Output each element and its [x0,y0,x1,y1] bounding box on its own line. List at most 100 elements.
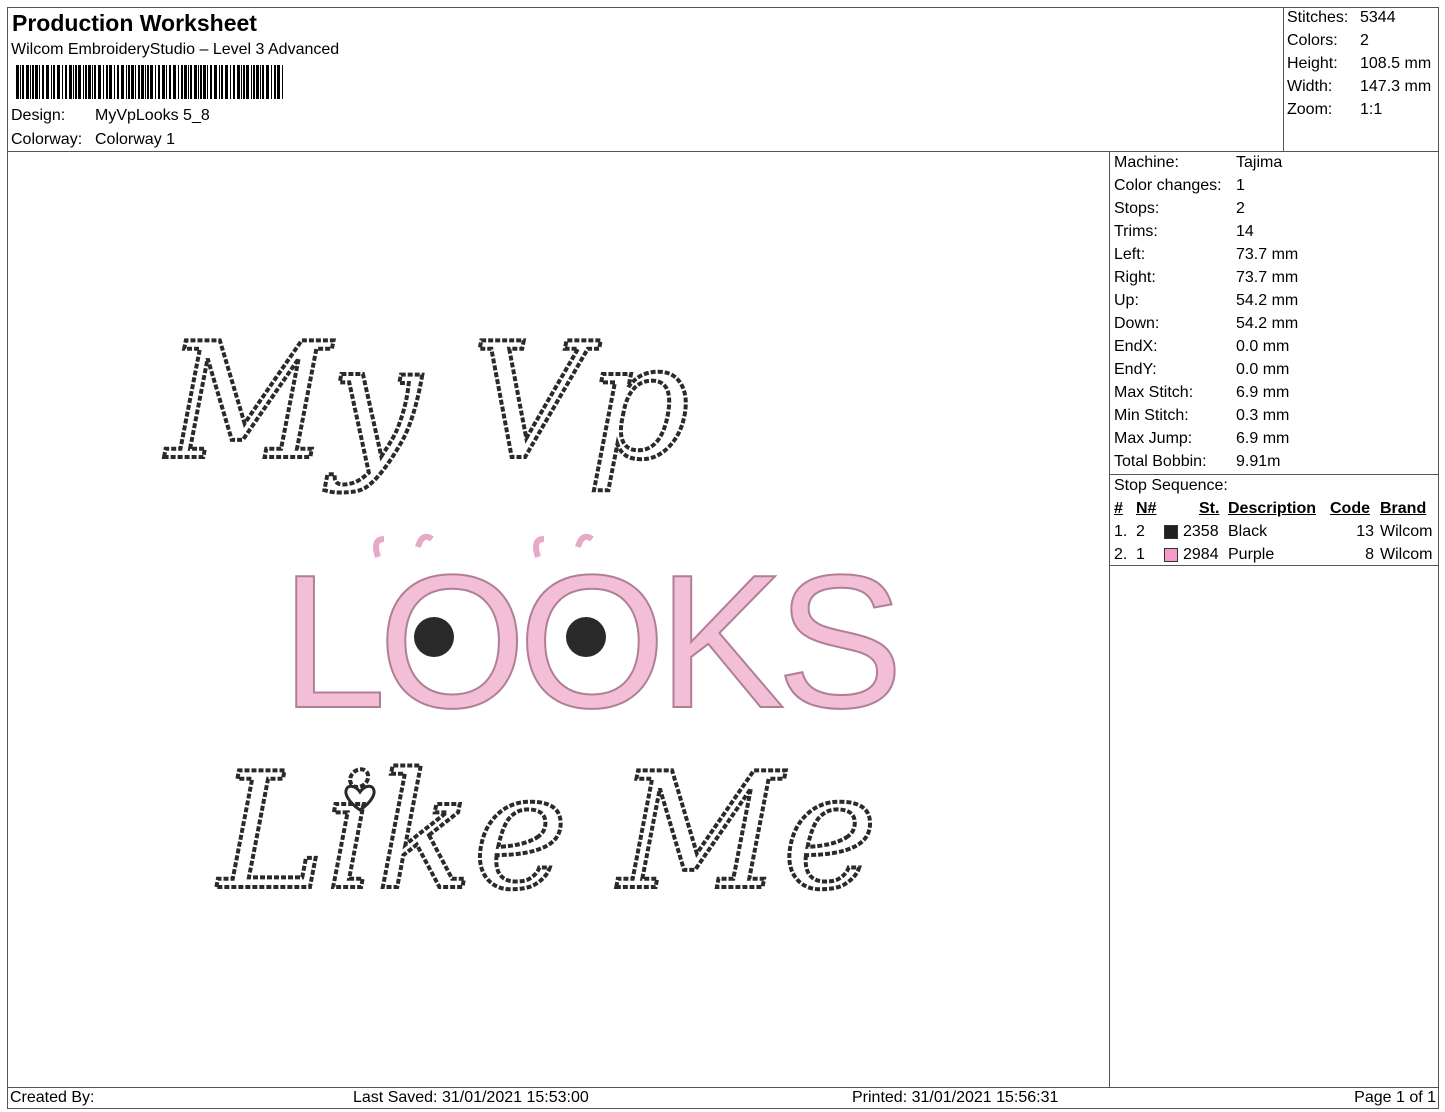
info-value: 54.2 mm [1236,292,1299,309]
barcode-bar [128,65,130,99]
info-row: Max Stitch: 6.9 mm [1114,384,1289,402]
barcode-bar [53,65,55,99]
barcode-bar [57,65,60,99]
info-label: Trims: [1114,223,1158,240]
barcode-bar [262,65,264,99]
barcode-bar [277,65,280,99]
barcode-bar [203,65,206,99]
col-n: N# [1136,500,1157,517]
barcode-bar [194,65,197,99]
col-code: Code [1330,500,1370,517]
barcode-bar [233,65,235,99]
stop-code: 8 [1365,546,1374,563]
barcode-bar [30,65,31,99]
barcode-bar [126,65,127,99]
barcode-bar [135,65,136,99]
stop-needle: 1 [1136,546,1145,563]
stop-sequence: Stop Sequence: # N# St. Description Code… [1110,474,1439,566]
barcode-bar [200,65,202,99]
stop-code: 13 [1356,523,1374,540]
barcode-bar [166,65,167,99]
stat-label: Zoom: [1287,101,1333,118]
info-value: 14 [1236,223,1254,240]
info-row: Total Bobbin: 9.91m [1114,453,1280,471]
design-stats: Stitches: 5344 Colors: 2 Height: 108.5 mm W… [1283,7,1439,152]
page-title: Production Worksheet [12,10,257,36]
barcode-bar [150,65,153,99]
col-brand: Brand [1380,500,1427,517]
header: Production Worksheet Wilcom EmbroiderySt… [7,7,1439,152]
info-value: 0.3 mm [1236,407,1290,424]
printed-date: Printed: 31/01/2021 15:56:31 [852,1089,1059,1106]
stat-value: 5344 [1360,9,1396,26]
info-value: 54.2 mm [1236,315,1299,332]
barcode-bar [225,65,228,99]
barcode-bar [178,65,179,99]
stop-stitches: 2984 [1183,546,1219,563]
eye-pupil-right [566,617,606,657]
barcode-bar [162,65,165,99]
barcode-bar [65,65,67,99]
design-value: MyVpLooks 5_8 [95,107,210,124]
barcode-bar [131,65,134,99]
barcode-bar [138,65,140,99]
barcode-bar [282,65,283,99]
stat-row: Stitches: 5344 [1287,9,1396,27]
barcode-bar [32,65,34,99]
barcode-bar [22,65,24,99]
stat-value: 147.3 mm [1360,78,1432,95]
stop-brand: Wilcom [1380,523,1433,540]
barcode-bar [147,65,149,99]
info-value: 1 [1236,177,1245,194]
barcode-bar [141,65,144,99]
stop-num: 2. [1114,546,1128,563]
barcode-bar [88,65,91,99]
barcode-bar [243,65,245,99]
barcode-bar [274,65,276,99]
info-value: Tajima [1236,154,1283,171]
info-row: EndY: 0.0 mm [1114,361,1289,379]
info-row: Machine: Tajima [1114,154,1282,172]
stat-value: 1:1 [1360,101,1383,118]
barcode-bar [114,65,115,99]
barcode-bar [69,65,72,99]
footer: Created By: Last Saved: 31/01/2021 15:53… [7,1087,1439,1109]
stat-row: Colors: 2 [1287,32,1369,50]
info-label: Right: [1114,269,1156,286]
design-preview: My Vp LOOKS Like Me [8,152,1108,1087]
design-text-like-me: Like Me [216,738,877,925]
stop-needle: 2 [1136,523,1145,540]
barcode-bar [46,65,49,99]
barcode-bar [256,65,259,99]
barcode-bar [207,65,208,99]
col-num: # [1114,500,1123,517]
info-value: 6.9 mm [1236,430,1290,447]
info-label: EndY: [1114,361,1157,378]
stop-description: Purple [1228,546,1275,563]
barcode-bar [214,65,217,99]
stop-num: 1. [1114,523,1128,540]
info-label: Color changes: [1114,177,1222,194]
barcode-bar [75,65,77,99]
stat-label: Colors: [1287,32,1338,49]
barcode-bar [26,65,29,99]
info-value: 6.9 mm [1236,384,1290,401]
info-row: Min Stitch: 0.3 mm [1114,407,1289,425]
barcode-bar [237,65,240,99]
barcode-bar [253,65,255,99]
stop-description: Black [1228,523,1268,540]
barcode-bar [42,65,44,99]
page-number: Page 1 of 1 [1354,1089,1436,1106]
barcode-bar [219,65,220,99]
barcode-bar [98,65,101,99]
stat-value: 108.5 mm [1360,55,1432,72]
created-by: Created By: [10,1089,95,1106]
barcode-bar [266,65,269,99]
info-label: Max Stitch: [1114,384,1194,401]
info-label: EndX: [1114,338,1158,355]
stat-value: 2 [1360,32,1369,49]
barcode-bar [241,65,242,99]
barcode-bar [73,65,74,99]
barcode-bar [210,65,212,99]
info-value: 73.7 mm [1236,269,1299,286]
